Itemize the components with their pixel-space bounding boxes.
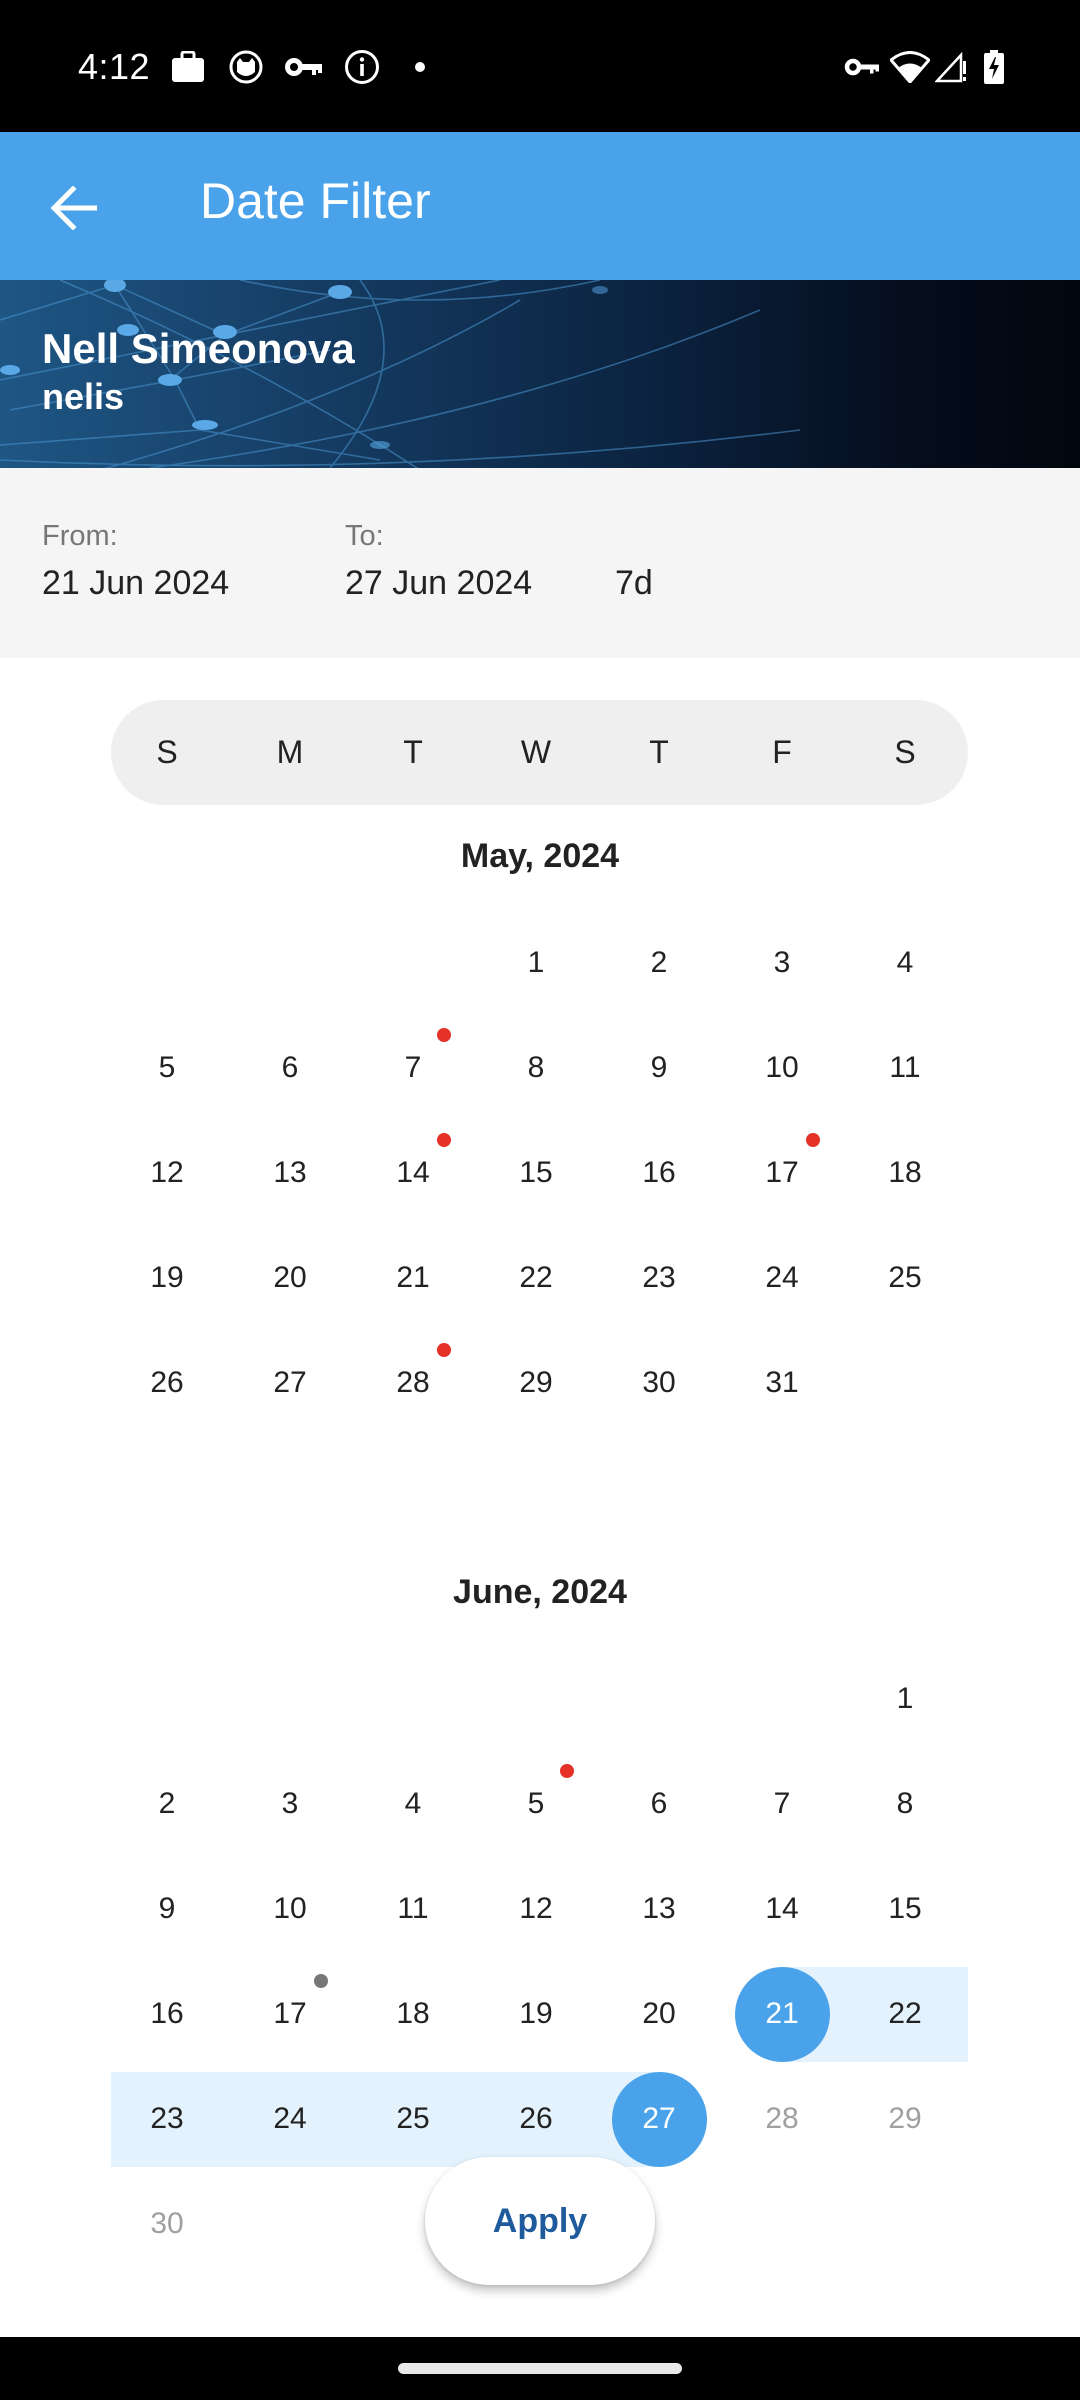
calendar-day[interactable]: 27 [235, 1335, 345, 1431]
calendar-day[interactable]: 6 [235, 1020, 345, 1116]
calendar-day[interactable]: 25 [358, 2071, 468, 2167]
calendar-day[interactable]: 3 [727, 915, 837, 1011]
calendar-day: 29 [888, 2102, 922, 2135]
calendar-day[interactable]: 22 [850, 1966, 960, 2062]
calendar-day[interactable]: 26 [481, 2071, 591, 2167]
calendar-day[interactable]: 18 [850, 1125, 960, 1221]
calendar-day[interactable]: 25 [850, 1230, 960, 1326]
calendar-day[interactable]: 5 [112, 1020, 222, 1116]
calendar-day[interactable]: 20 [235, 1230, 345, 1326]
calendar-day[interactable]: 19 [112, 1230, 222, 1326]
calendar-day[interactable]: 15 [850, 1861, 960, 1957]
month-title: June, 2024 [453, 1573, 627, 1611]
calendar-day[interactable]: 19 [481, 1966, 591, 2062]
calendar-day: 30 [150, 2207, 184, 2240]
event-indicator-dot [437, 1343, 451, 1357]
calendar-day[interactable]: 10 [235, 1861, 345, 1957]
calendar-day[interactable]: 17 [235, 1966, 345, 2062]
calendar-day[interactable]: 30 [604, 1335, 714, 1431]
calendar-day[interactable]: 22 [481, 1230, 591, 1326]
calendar-day[interactable]: 28 [358, 1335, 468, 1431]
calendar-day[interactable]: 11 [850, 1020, 960, 1116]
calendar-day[interactable]: 16 [604, 1125, 714, 1221]
calendar-day[interactable]: 5 [481, 1756, 591, 1852]
apply-button[interactable]: Apply [425, 2157, 655, 2285]
calendar-day[interactable]: 3 [235, 1756, 345, 1852]
calendar-day[interactable]: 8 [850, 1756, 960, 1852]
event-indicator-dot [560, 1764, 574, 1778]
home-gesture-handle[interactable] [398, 2363, 682, 2374]
today-indicator-dot [314, 1974, 328, 1988]
calendar-day[interactable]: 12 [481, 1861, 591, 1957]
calendar-day[interactable]: 15 [481, 1125, 591, 1221]
calendar-day[interactable]: 24 [235, 2071, 345, 2167]
calendar-day[interactable]: 2 [112, 1756, 222, 1852]
calendar-day[interactable]: 18 [358, 1966, 468, 2062]
event-indicator-dot [806, 1133, 820, 1147]
calendar-scroll-view[interactable]: May, 2024 1 2 3 4 5 6 7 8 9 10 11 12 13 14 15 16 17 18 19 20… [0, 0, 1080, 2337]
event-indicator-dot [437, 1133, 451, 1147]
calendar-day[interactable]: 12 [112, 1125, 222, 1221]
calendar-day[interactable]: 7 [358, 1020, 468, 1116]
calendar-day[interactable]: 4 [850, 915, 960, 1011]
calendar-day[interactable]: 11 [358, 1861, 468, 1957]
calendar-day[interactable]: 20 [604, 1966, 714, 2062]
calendar-day[interactable]: 8 [481, 1020, 591, 1116]
calendar-day[interactable]: 23 [112, 2071, 222, 2167]
system-navigation-bar [0, 2337, 1080, 2400]
calendar-day[interactable]: 16 [112, 1966, 222, 2062]
calendar-day: 28 [765, 2102, 799, 2135]
calendar-day[interactable]: 29 [481, 1335, 591, 1431]
calendar-day[interactable]: 24 [727, 1230, 837, 1326]
calendar-day[interactable]: 27 [604, 2071, 714, 2167]
calendar-day[interactable]: 14 [358, 1125, 468, 1221]
calendar-day[interactable]: 17 [727, 1125, 837, 1221]
calendar-day[interactable]: 23 [604, 1230, 714, 1326]
calendar-day[interactable]: 1 [850, 1651, 960, 1747]
calendar-day[interactable]: 6 [604, 1756, 714, 1852]
calendar-day[interactable]: 26 [112, 1335, 222, 1431]
event-indicator-dot [437, 1028, 451, 1042]
calendar-day[interactable]: 7 [727, 1756, 837, 1852]
calendar-day[interactable]: 10 [727, 1020, 837, 1116]
calendar-day[interactable]: 9 [112, 1861, 222, 1957]
calendar-day[interactable]: 21 [727, 1966, 837, 2062]
month-title: May, 2024 [460, 837, 620, 875]
calendar-day[interactable]: 2 [604, 915, 714, 1011]
calendar-day[interactable]: 9 [604, 1020, 714, 1116]
calendar-day[interactable]: 31 [727, 1335, 837, 1431]
calendar-day[interactable]: 13 [235, 1125, 345, 1221]
calendar-day[interactable]: 1 [481, 915, 591, 1011]
calendar-day[interactable]: 13 [604, 1861, 714, 1957]
calendar-day[interactable]: 14 [727, 1861, 837, 1957]
calendar-day[interactable]: 21 [358, 1230, 468, 1326]
calendar-day[interactable]: 4 [358, 1756, 468, 1852]
